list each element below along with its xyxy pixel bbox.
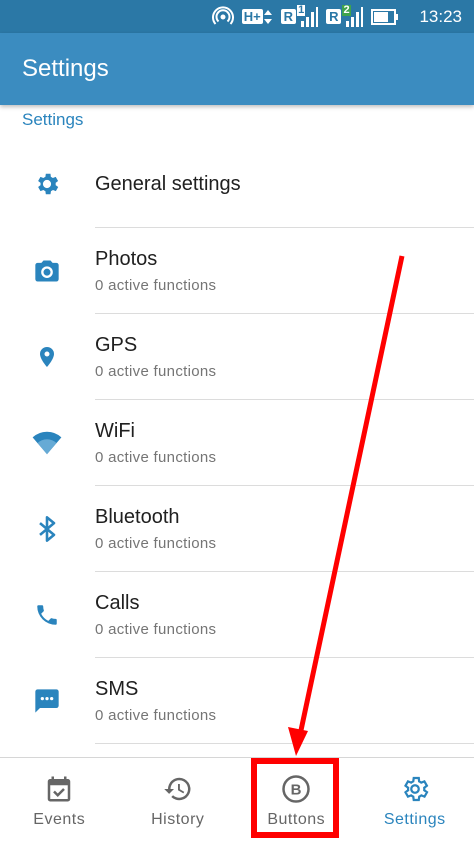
network-type-label: H+ [241,9,263,24]
list-item-calls[interactable]: Calls 0 active functions [0,572,474,658]
list-item-label: SMS [95,678,139,700]
list-item-texts: Calls 0 active functions [95,572,474,658]
list-item-label: Bluetooth [95,506,180,528]
wifi-icon [32,428,62,458]
history-icon [162,773,194,805]
nav-tab-history[interactable]: History [119,758,238,842]
list-item-subtitle: 0 active functions [95,363,217,380]
list-item-label: Photos [95,248,158,270]
divider [95,743,474,744]
sim1-roaming-label: R [280,9,297,24]
calendar-check-icon [43,773,75,805]
sim2-signal: R 2 [326,4,364,27]
bottom-navigation: Events History B Buttons Settings [0,757,474,842]
list-item-label: WiFi [95,420,135,442]
nav-label: History [151,811,205,828]
signal-icon: 2 [341,4,364,27]
list-item-subtitle: 0 active functions [95,449,217,466]
gear-icon [32,169,62,199]
status-time: 13:23 [419,6,462,26]
list-item-texts: WiFi 0 active functions [95,400,474,486]
list-item-general-settings[interactable]: General settings [0,140,474,228]
sms-icon [32,686,62,716]
list-item-texts: Photos 0 active functions [95,228,474,314]
camera-icon [32,256,62,286]
gear-icon [399,773,431,805]
list-item-texts: Bluetooth 0 active functions [95,486,474,572]
list-item-texts: GPS 0 active functions [95,314,474,400]
sim1-signal: R 1 [280,4,319,27]
list-item-label: GPS [95,334,138,356]
nav-label: Events [33,811,86,828]
list-item-subtitle: 0 active functions [95,707,217,724]
phone-icon [32,600,62,630]
nav-tab-events[interactable]: Events [0,758,119,842]
nav-tab-buttons[interactable]: B Buttons [237,758,356,842]
list-item-subtitle: 0 active functions [95,621,217,638]
list-item-label: General settings [95,172,241,195]
list-item-label: Calls [95,592,140,614]
page-title: Settings [22,55,109,82]
app-bar: Settings [0,33,474,105]
nav-label: Buttons [267,811,326,828]
list-item-subtitle: 0 active functions [95,535,217,552]
settings-list: General settings Photos 0 active functio… [0,140,474,744]
button-b-glyph: B [291,782,302,799]
list-item-photos[interactable]: Photos 0 active functions [0,228,474,314]
sim2-roaming-label: R [326,9,342,24]
list-item-texts: General settings [95,140,474,228]
list-item-sms[interactable]: SMS 0 active functions [0,658,474,744]
nav-tab-settings[interactable]: Settings [356,758,474,842]
hotspot-icon [211,5,234,28]
location-pin-icon [32,342,62,372]
list-item-wifi[interactable]: WiFi 0 active functions [0,400,474,486]
network-type-indicator: H+ [241,8,273,26]
list-item-gps[interactable]: GPS 0 active functions [0,314,474,400]
list-item-texts: SMS 0 active functions [95,658,474,744]
signal-icon: 1 [296,4,319,27]
list-item-bluetooth[interactable]: Bluetooth 0 active functions [0,486,474,572]
bluetooth-icon [32,514,62,544]
section-header: Settings [22,110,84,129]
button-b-icon: B [280,773,312,805]
battery-icon [371,8,399,25]
nav-label: Settings [383,811,446,828]
list-item-subtitle: 0 active functions [95,277,217,294]
status-bar: H+ R 1 R 2 13:23 [0,0,474,33]
